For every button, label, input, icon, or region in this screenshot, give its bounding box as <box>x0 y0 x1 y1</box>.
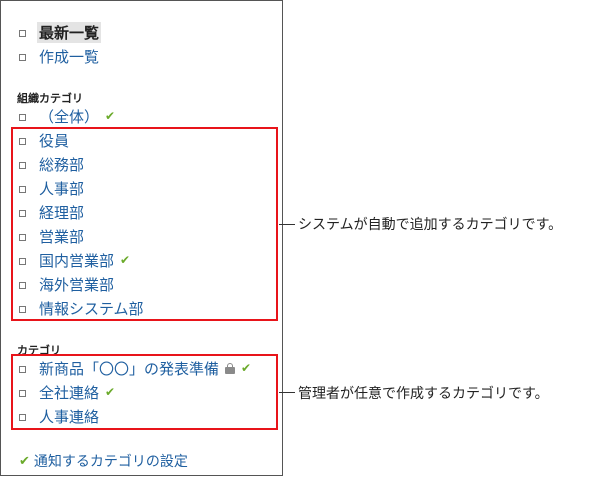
nav-item-label: 最新一覧 <box>37 21 102 43</box>
callout-connector <box>279 392 295 393</box>
nav-item-label: 作成一覧 <box>39 47 100 66</box>
check-icon: ✔ <box>105 109 116 123</box>
square-bullet-icon <box>19 30 26 37</box>
nav-item-created[interactable]: 作成一覧 <box>19 46 99 66</box>
square-bullet-icon <box>19 54 26 61</box>
system-categories-callout: システムが自動で追加するカテゴリです。 <box>298 217 563 233</box>
square-bullet-icon <box>19 114 26 121</box>
nav-item-label: （全体） <box>39 107 100 126</box>
nav-item-latest[interactable]: 最新一覧 <box>19 21 102 43</box>
system-categories-highlight <box>11 127 278 321</box>
check-icon: ✔ <box>19 453 30 469</box>
admin-categories-highlight <box>11 354 278 430</box>
notification-category-settings-link[interactable]: ✔ 通知するカテゴリの設定 <box>19 451 188 471</box>
admin-categories-callout: 管理者が任意で作成するカテゴリです。 <box>298 386 549 402</box>
org-category-all[interactable]: （全体） ✔ <box>19 106 115 126</box>
callout-connector <box>279 224 295 225</box>
org-category-heading: 組織カテゴリ <box>17 92 83 105</box>
footer-link-label: 通知するカテゴリの設定 <box>33 454 188 470</box>
